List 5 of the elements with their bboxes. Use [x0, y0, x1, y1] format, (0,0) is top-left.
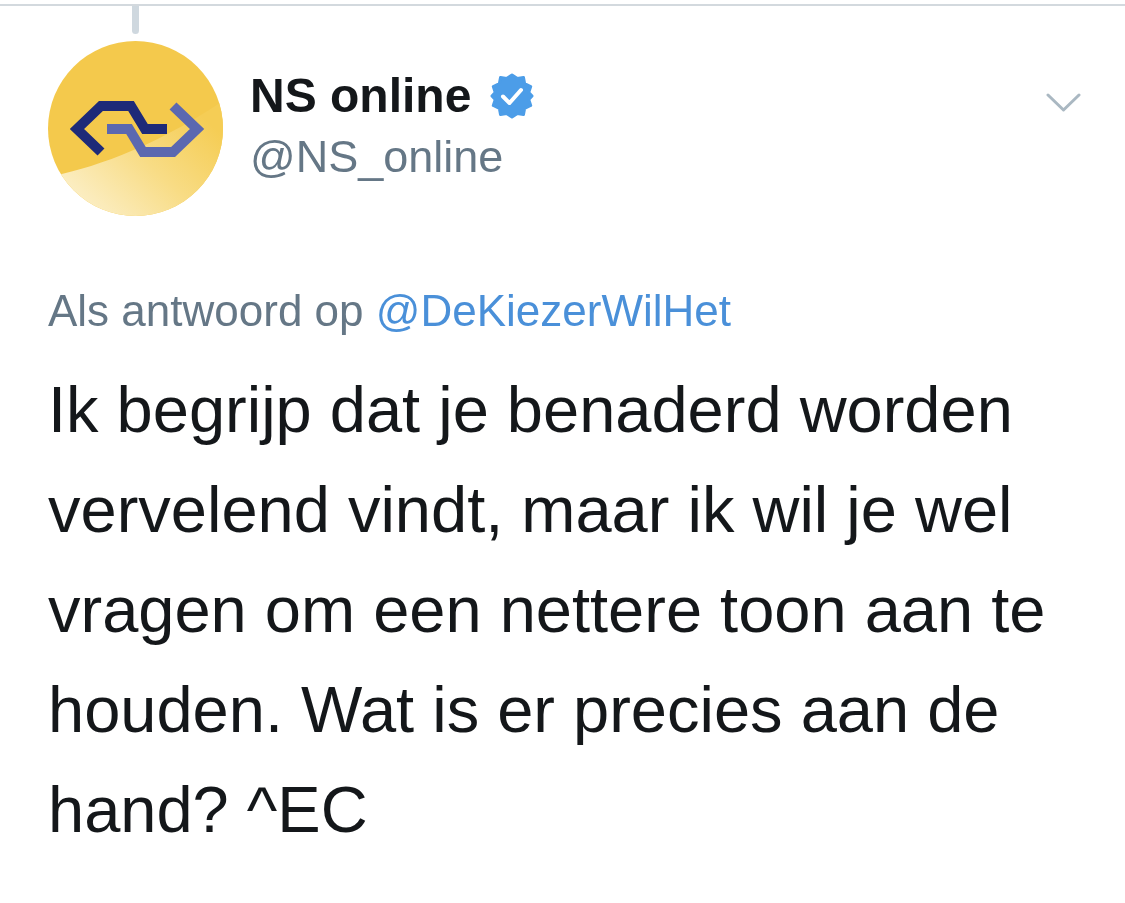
user-handle: @NS_online — [250, 130, 505, 184]
mention-link[interactable]: @DeKiezerWilHet — [375, 286, 731, 335]
tweet-text: Ik begrijp dat je benaderd worden vervelend vindt, maar ik wil je wel vragen om een nettere toon aan te houden. Wat is er precies aan de hand? ^EC — [48, 372, 1047, 848]
display-name: NS online — [250, 68, 472, 124]
reply-context-text: Als antwoord op @DeKiezerWilHet — [48, 285, 732, 337]
